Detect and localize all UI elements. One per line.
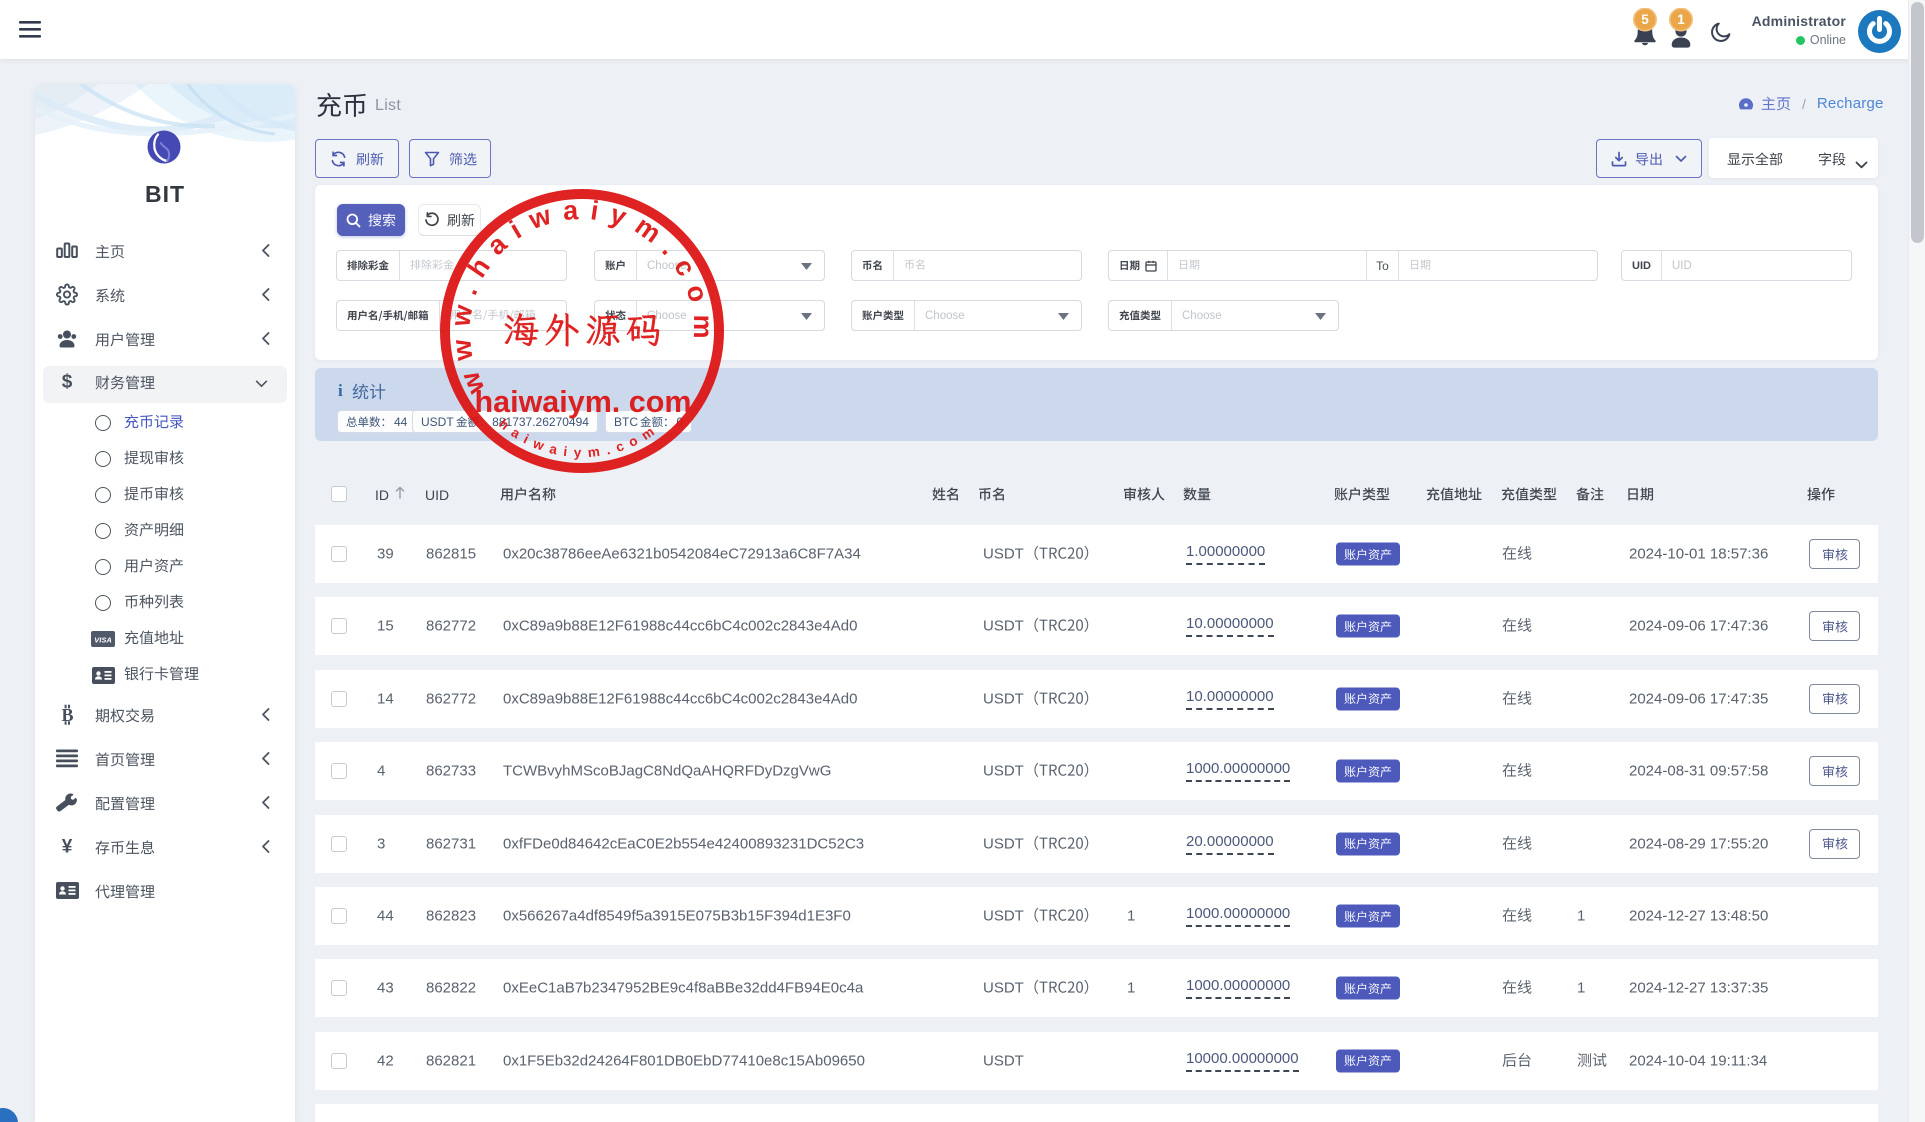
svg-text:B: B bbox=[61, 705, 73, 725]
svg-text:$: $ bbox=[62, 372, 73, 393]
svg-text:5: 5 bbox=[1641, 12, 1649, 27]
svg-text:VISA: VISA bbox=[94, 636, 112, 645]
svg-text:¥: ¥ bbox=[62, 837, 73, 858]
svg-text:1: 1 bbox=[1677, 12, 1685, 27]
